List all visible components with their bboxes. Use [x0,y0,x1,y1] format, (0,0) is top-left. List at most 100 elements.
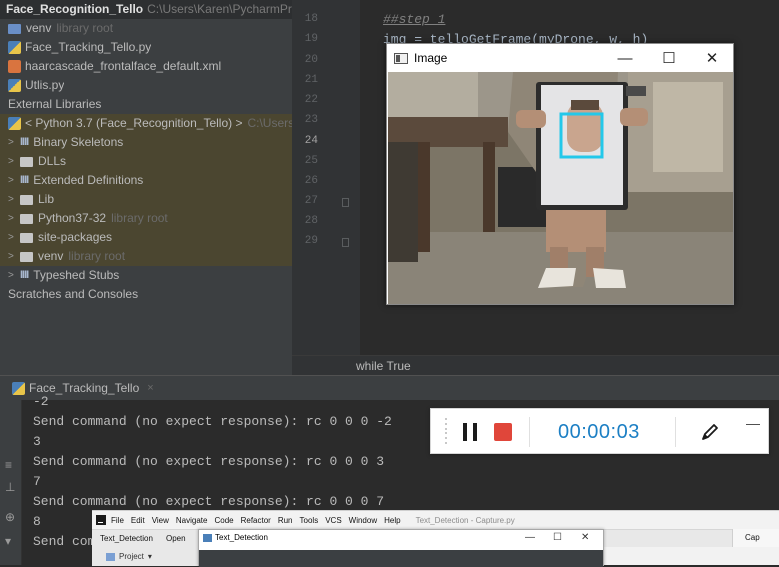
line-number: 25 [304,155,318,167]
chevron-right-icon[interactable]: > [8,152,20,171]
project-title: Text_Detection - Capture.py [415,515,515,525]
tree-item-label: Extended Definitions [33,173,144,187]
line-number: 22 [304,94,318,106]
chevron-right-icon[interactable]: > [8,209,20,228]
console-line: 8 [33,514,41,529]
text-detection-window[interactable]: Text_Detection — ☐ ✕ [198,529,604,567]
pause-button[interactable] [463,423,477,441]
capture-tab[interactable]: Cap [732,529,779,547]
image-window-title: Image [414,51,448,65]
window-app-icon [203,533,212,542]
tree-item-venv-lib[interactable]: > venv library root [8,247,125,266]
tree-item-face-tracking[interactable]: Face_Tracking_Tello.py [8,38,151,57]
chevron-right-icon[interactable]: > [8,247,20,266]
chevron-right-icon[interactable]: > [8,228,20,247]
tree-item-scratches[interactable]: Scratches and Consoles [8,285,138,304]
tree-item-binary-skeletons[interactable]: > IIII Binary Skeletons [8,133,123,152]
menu-edit[interactable]: Edit [131,516,145,525]
delete-icon[interactable]: ▾ [5,534,11,548]
menu-view[interactable]: View [152,516,169,525]
scroll-to-end-icon[interactable]: ≡ [5,458,12,472]
line-number: 23 [304,114,318,126]
close-button[interactable]: ✕ [581,532,589,543]
recording-timer: 00:00:03 [558,421,640,443]
nav-project[interactable]: Text_Detection [96,530,157,548]
maximize-button[interactable]: ☐ [553,532,562,543]
line-number: 20 [304,54,318,66]
breadcrumb[interactable]: while True [292,355,779,375]
window-app-icon [394,52,408,64]
minimize-button[interactable]: — [603,44,647,72]
line-number: 27 [304,195,318,207]
tree-root[interactable]: Face_Recognition_Tello C:\Users\Karen\Pyc… [0,0,292,19]
line-number: 19 [304,33,318,45]
tree-item-external-libraries[interactable]: External Libraries [8,95,101,114]
tree-item-extended-definitions[interactable]: > IIII Extended Definitions [8,171,143,190]
line-number: 18 [304,13,318,25]
pin-icon[interactable]: ⊕ [5,510,15,524]
image-window[interactable]: Image — ☐ ✕ [386,43,734,305]
folder-icon [20,213,33,224]
menu-refactor[interactable]: Refactor [241,516,271,525]
tree-item-suffix: library root [68,249,126,263]
tree-item-haarcascade[interactable]: haarcascade_frontalface_default.xml [8,57,221,76]
run-tab-header[interactable]: Face_Tracking_Tello × [0,375,779,400]
tree-item-label: site-packages [38,230,113,244]
stop-button[interactable] [494,423,512,441]
tree-item-lib[interactable]: > Lib [8,190,54,209]
print-icon[interactable]: ⊥ [5,480,15,494]
chevron-right-icon[interactable]: > [8,266,20,285]
console-line: Send com [33,534,96,549]
minimize-button[interactable]: — [746,415,760,431]
tree-item-label: External Libraries [8,97,102,111]
menu-help[interactable]: Help [384,516,400,525]
fold-marker-icon[interactable] [342,198,349,207]
line-number: 28 [304,215,318,227]
menu-navigate[interactable]: Navigate [176,516,208,525]
xml-file-icon [8,60,21,73]
tree-item-python-sdk[interactable]: < Python 3.7 (Face_Recognition_Tello) > … [8,114,312,133]
chevron-right-icon[interactable]: > [8,133,20,152]
console-line: Send command (no expect response): rc 0 … [33,494,385,509]
tree-item-label: Typeshed Stubs [33,268,120,282]
menu-code[interactable]: Code [214,516,233,525]
tree-item-python37[interactable]: > Python37-32 library root [8,209,168,228]
tree-item-suffix: library root [56,21,114,35]
menu-tools[interactable]: Tools [300,516,319,525]
maximize-button[interactable]: ☐ [647,44,691,72]
close-icon[interactable]: × [147,382,153,394]
project-dropdown-label: Project [119,552,144,561]
image-window-titlebar[interactable]: Image — ☐ ✕ [387,44,733,72]
project-tree: Face_Recognition_Tello C:\Users\Karen\Pyc… [0,0,312,375]
text-detection-content [199,550,603,567]
console-line: 7 [33,474,41,489]
chevron-right-icon[interactable]: > [8,171,20,190]
tree-item-dlls[interactable]: > DLLs [8,152,66,171]
close-button[interactable]: ✕ [690,44,734,72]
line-number: 21 [304,74,318,86]
menu-run[interactable]: Run [278,516,293,525]
chevron-right-icon[interactable]: > [8,190,20,209]
minimize-button[interactable]: — [525,532,535,543]
library-icon: IIII [20,174,29,186]
menu-vcs[interactable]: VCS [325,516,341,525]
pen-icon[interactable] [699,421,721,443]
fold-marker-icon[interactable] [342,238,349,247]
tree-item-venv[interactable]: venv library root [8,19,113,38]
menu-file[interactable]: File [111,516,124,525]
project-dropdown[interactable]: Project ▾ [92,547,198,566]
folder-icon [8,23,21,34]
nav-open[interactable]: Open [162,530,198,548]
text-detection-title: Text_Detection [215,533,268,542]
tree-item-label: Lib [38,192,55,206]
line-number-current: 24 [304,135,318,147]
tree-item-site-packages[interactable]: > site-packages [8,228,112,247]
divider [675,417,676,447]
tree-item-typeshed[interactable]: > IIII Typeshed Stubs [8,266,119,285]
tree-item-utlis[interactable]: Utlis.py [8,76,64,95]
menu-window[interactable]: Window [349,516,377,525]
tree-item-label: Utlis.py [25,78,65,92]
tree-item-label: Scratches and Consoles [8,287,139,301]
drag-handle-icon[interactable] [437,418,455,444]
line-number: 29 [304,235,318,247]
